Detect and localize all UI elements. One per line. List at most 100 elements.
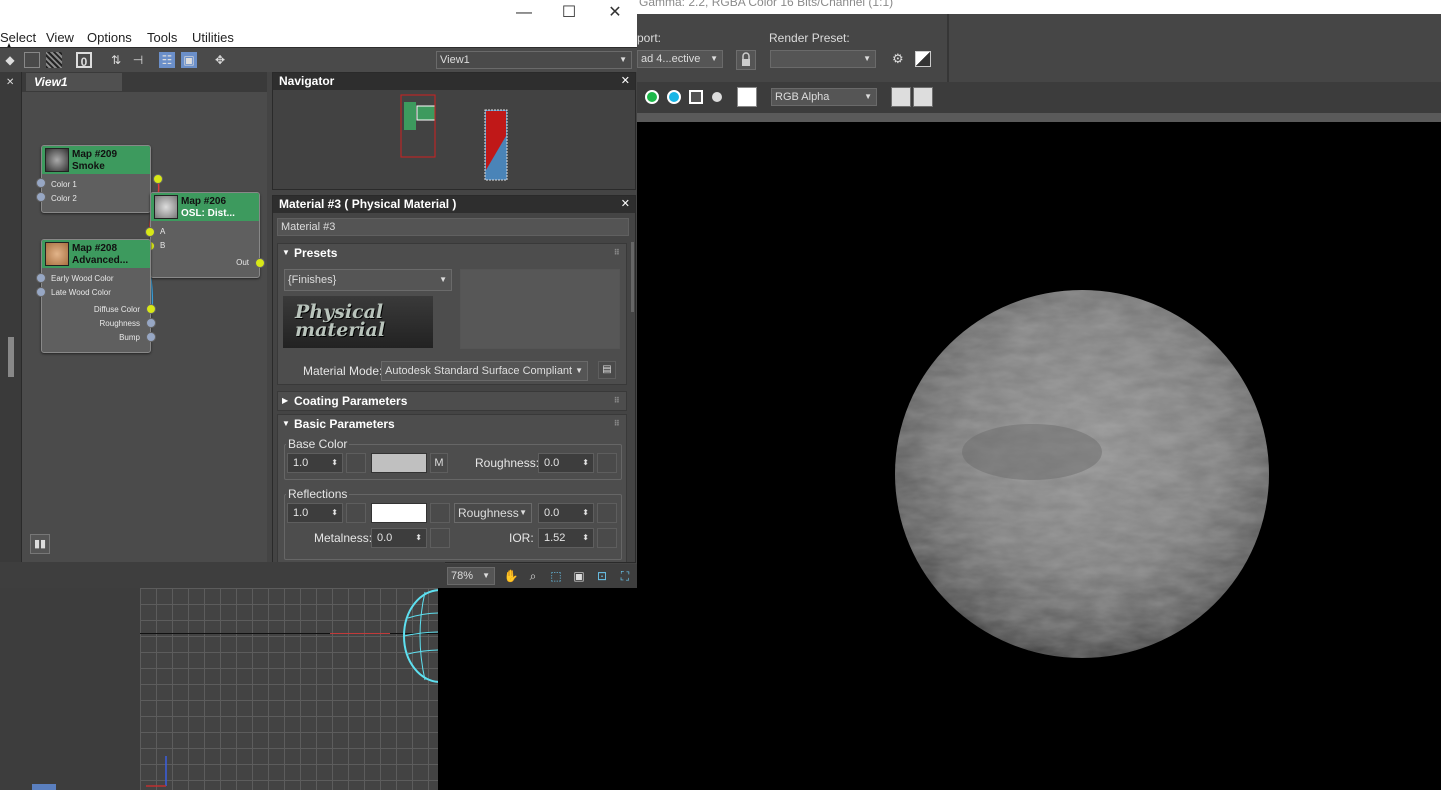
menu-utilities[interactable]: Utilities	[192, 30, 234, 45]
pan-hand-icon[interactable]: ✋	[503, 568, 519, 584]
menu-options[interactable]: Options	[87, 30, 132, 45]
monochrome-icon[interactable]	[712, 92, 722, 102]
node-map-206[interactable]: Map #206 OSL: Dist... A B Out	[150, 192, 260, 278]
input-socket[interactable]	[36, 273, 46, 283]
output-socket[interactable]	[255, 258, 265, 268]
rollout-header[interactable]: ▼ Presets ⠿	[278, 244, 626, 262]
base-color-swatch[interactable]	[371, 453, 427, 473]
menu-view[interactable]: View	[46, 30, 74, 45]
display-window-icon[interactable]	[891, 87, 911, 107]
base-color-map-button[interactable]: M	[430, 453, 448, 473]
close-icon[interactable]: ✕	[621, 196, 630, 213]
viewport-dropdown[interactable]: ad 4...ective ▼	[637, 50, 723, 68]
material-id-icon[interactable]: 0	[76, 52, 92, 69]
metalness-spinner[interactable]: 0.0 ⬍	[371, 528, 427, 548]
refl-roughness-mode-dropdown[interactable]: Roughness ▼	[454, 503, 532, 523]
environment-icon[interactable]	[915, 51, 931, 67]
node-name: Map #208	[72, 243, 118, 254]
node-map-208[interactable]: Map #208 Advanced... Early Wood Color Lat…	[41, 239, 151, 353]
ior-map-button[interactable]	[597, 528, 617, 548]
navigator-preview[interactable]	[273, 90, 635, 190]
render-setup-icon[interactable]: ⚙	[892, 51, 908, 67]
zoom-icon[interactable]: ⌕	[525, 568, 541, 584]
pick-material-icon[interactable]: ◆	[2, 52, 18, 68]
tab-view1[interactable]: View1	[26, 73, 122, 91]
color-swatch[interactable]	[737, 87, 757, 107]
refl-weight-map-button[interactable]	[346, 503, 366, 523]
view-dropdown[interactable]: View1 ▼	[436, 51, 632, 69]
presets-dropdown[interactable]: {Finishes} ▼	[284, 269, 452, 291]
input-socket[interactable]	[36, 178, 46, 188]
collapse-triangle-icon: ▼	[282, 248, 290, 257]
close-icon[interactable]: ✕	[621, 73, 630, 90]
channel-dropdown[interactable]: RGB Alpha ▼	[771, 88, 877, 106]
close-icon[interactable]: ✕	[603, 4, 627, 22]
node-view-canvas[interactable]: Map #209 Smoke Color 1 Color 2 Map #206 OS…	[22, 92, 267, 562]
ior-spinner[interactable]: 1.52 ⬍	[538, 528, 594, 548]
view-dropdown-value: View1	[440, 54, 470, 66]
menu-tools[interactable]: Tools	[147, 30, 177, 45]
scrollbar-thumb[interactable]	[8, 337, 14, 377]
input-socket[interactable]	[36, 192, 46, 202]
zoom-region-icon[interactable]: ⬚	[548, 568, 564, 584]
output-socket[interactable]	[146, 304, 156, 314]
save-icon[interactable]: ▤	[598, 361, 616, 379]
node-map-209[interactable]: Map #209 Smoke Color 1 Color 2	[41, 145, 151, 213]
refl-color-map-button[interactable]	[430, 503, 450, 523]
binoculars-icon[interactable]: ▮▮	[30, 534, 50, 554]
metalness-map-button[interactable]	[430, 528, 450, 548]
rollout-coating: ▶ Coating Parameters ⠿	[277, 391, 627, 411]
slot-label: Out	[236, 258, 249, 267]
toggle-ui-icon[interactable]	[913, 87, 933, 107]
alpha-channel-icon[interactable]	[689, 90, 703, 104]
green-channel-icon[interactable]	[645, 90, 659, 104]
layout-children-icon[interactable]: ⊣	[130, 52, 146, 68]
viewport-left-panel	[0, 588, 140, 790]
minimize-icon[interactable]: —	[512, 4, 536, 22]
material-mode-dropdown[interactable]: Autodesk Standard Surface Compliant ▼	[381, 361, 588, 381]
output-socket[interactable]	[153, 174, 163, 184]
material-browser-collapsed[interactable]: ✕	[0, 72, 22, 562]
zoom-extents-icon[interactable]: ▣	[571, 568, 587, 584]
spinner-arrows-icon: ⬍	[415, 533, 422, 542]
base-roughness-spinner[interactable]: 0.0 ⬍	[538, 453, 594, 473]
viewport-grid[interactable]	[140, 588, 438, 790]
rollout-header[interactable]: ▶ Coating Parameters ⠿	[278, 392, 626, 410]
navigator-panel: Navigator ✕	[272, 72, 636, 190]
node-select-icon[interactable]: ✥	[212, 52, 228, 68]
zoom-dropdown[interactable]: 78% ▼	[447, 567, 495, 585]
maximize-icon[interactable]: ☐	[557, 4, 581, 22]
base-weight-spinner[interactable]: 1.0 ⬍	[287, 453, 343, 473]
node-title: Map #206 OSL: Dist...	[181, 196, 235, 220]
output-socket[interactable]	[146, 318, 156, 328]
background-icon[interactable]	[46, 52, 62, 68]
material-name-field[interactable]: Material #3	[277, 218, 629, 236]
base-weight-map-button[interactable]	[346, 453, 366, 473]
render-preset-dropdown[interactable]: ▼	[770, 50, 876, 68]
zoom-all-icon[interactable]: ⛶	[617, 568, 633, 584]
input-socket[interactable]	[36, 287, 46, 297]
refl-roughness-value: 0.0	[544, 507, 560, 519]
zoom-toolbar: 78% ▼ ✋ ⌕ ⬚ ▣ ⊡ ⛶	[445, 564, 637, 588]
refl-weight-spinner[interactable]: 1.0 ⬍	[287, 503, 343, 523]
rollout-header[interactable]: ▼ Basic Parameters ⠿	[278, 415, 626, 433]
close-icon[interactable]: ✕	[6, 77, 14, 88]
zoom-selected-icon[interactable]: ⊡	[594, 568, 610, 584]
scrollbar-thumb[interactable]	[631, 242, 634, 312]
refl-mode-value: Roughness	[458, 506, 519, 520]
refl-roughness-map-button[interactable]	[597, 503, 617, 523]
blue-channel-icon[interactable]	[667, 90, 681, 104]
perspective-viewport[interactable]	[0, 588, 637, 790]
base-roughness-map-button[interactable]	[597, 453, 617, 473]
nav-icon[interactable]: ▣	[181, 52, 197, 68]
spinner-arrows-icon: ⬍	[331, 458, 338, 467]
lock-icon[interactable]	[736, 50, 756, 70]
output-socket[interactable]	[146, 332, 156, 342]
input-socket[interactable]	[145, 227, 155, 237]
refl-color-swatch[interactable]	[371, 503, 427, 523]
show-params-icon[interactable]: ☷	[159, 52, 175, 68]
put-material-icon[interactable]	[24, 52, 40, 68]
node-type: OSL: Dist...	[181, 208, 235, 219]
layout-vertical-icon[interactable]: ⇅	[108, 52, 124, 68]
refl-roughness-spinner[interactable]: 0.0 ⬍	[538, 503, 594, 523]
